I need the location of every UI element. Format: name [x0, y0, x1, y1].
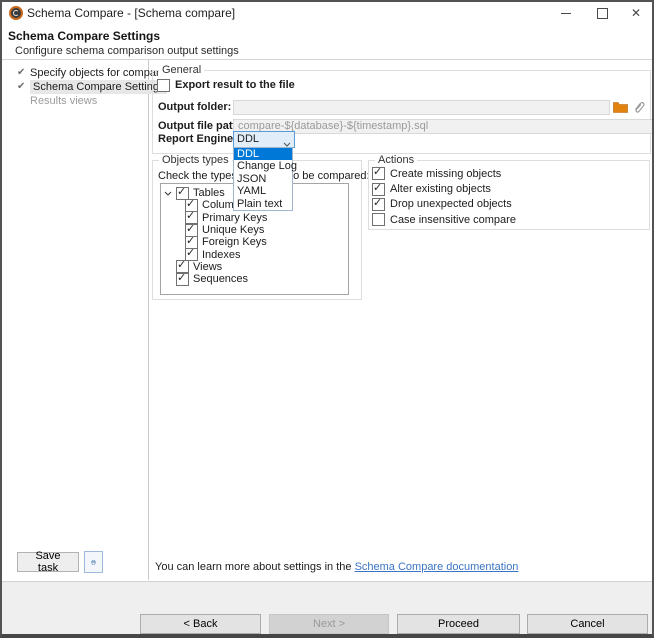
paperclip-icon: [632, 100, 646, 114]
save-task-button[interactable]: Save task: [17, 552, 79, 572]
page-title: Schema Compare Settings: [8, 29, 160, 43]
tree-item-label: Unique Keys: [202, 224, 264, 236]
general-legend: General: [159, 64, 204, 76]
insert-variable-button[interactable]: [631, 99, 647, 115]
documentation-link[interactable]: Schema Compare documentation: [355, 561, 519, 573]
window-title: Schema Compare - [Schema compare]: [27, 0, 235, 26]
action-checkbox-case-insensitive-compare[interactable]: Case insensitive compare: [372, 212, 516, 227]
sidebar-item-results-views[interactable]: Results views: [17, 94, 145, 108]
report-engine-option-plain-text[interactable]: Plain text: [234, 198, 292, 210]
action-checkbox-drop-unexpected-objects[interactable]: Drop unexpected objects: [372, 197, 516, 212]
folder-icon: [613, 101, 628, 113]
action-checkbox-create-missing-objects[interactable]: Create missing objects: [372, 166, 516, 181]
sidebar-item-schema-compare-settings[interactable]: ✔Schema Compare Settings: [17, 80, 145, 94]
proceed-button[interactable]: Proceed: [397, 614, 520, 634]
output-file-pattern-input: compare-${database}-${timestamp}.sql: [233, 119, 653, 134]
report-engine-selected-value: DDL: [237, 133, 259, 145]
report-engine-label: Report Engine:: [158, 133, 237, 145]
actions-list: Create missing objects Alter existing obj…: [372, 166, 516, 228]
action-label: Drop unexpected objects: [390, 198, 512, 210]
action-checkbox-alter-existing-objects[interactable]: Alter existing objects: [372, 181, 516, 196]
wizard-steps-list: ✔Specify objects for comparison✔Schema C…: [17, 66, 145, 108]
checkbox-icon: [372, 167, 385, 180]
tree-item-sequences[interactable]: Sequences: [161, 273, 348, 285]
actions-legend: Actions: [375, 154, 417, 166]
tree-item-indexes[interactable]: Indexes: [161, 248, 348, 260]
sidebar-item-label: Results views: [30, 95, 97, 107]
cancel-button[interactable]: Cancel: [527, 614, 648, 634]
tree-item-views[interactable]: Views: [161, 261, 348, 273]
objects-types-legend: Objects types: [159, 154, 232, 166]
button-bar: < Back Next > Proceed Cancel: [0, 581, 654, 638]
minimize-button[interactable]: [551, 1, 581, 25]
tree-item-label: Views: [193, 261, 222, 273]
checkbox-icon: [157, 79, 170, 92]
title-bar: Schema Compare - [Schema compare] ✕: [0, 0, 654, 26]
step-check-icon: ✔: [17, 66, 30, 80]
export-result-label: Export result to the file: [175, 79, 295, 91]
checkbox-icon: [372, 213, 385, 226]
action-label: Alter existing objects: [390, 183, 491, 195]
close-icon: ✕: [631, 7, 641, 19]
report-engine-listbox: DDLChange LogJSONYAMLPlain text: [233, 147, 293, 211]
page-subtitle: Configure schema comparison output setti…: [15, 45, 239, 57]
header-divider: [0, 59, 654, 60]
sidebar-item-specify-objects-for-comparison[interactable]: ✔Specify objects for comparison: [17, 66, 145, 80]
export-result-checkbox[interactable]: Export result to the file: [157, 78, 295, 92]
chevron-down-icon[interactable]: [164, 191, 173, 196]
minimize-icon: [561, 13, 571, 14]
tree-item-label: Indexes: [202, 249, 241, 261]
maximize-icon: [597, 8, 608, 19]
print-button[interactable]: [84, 551, 103, 573]
report-engine-option-yaml[interactable]: YAML: [234, 185, 292, 197]
output-folder-input: [233, 100, 610, 115]
report-engine-option-ddl[interactable]: DDL: [234, 148, 292, 160]
maximize-button[interactable]: [587, 1, 617, 25]
next-button: Next >: [269, 614, 389, 634]
sidebar-item-label: Schema Compare Settings: [30, 80, 167, 94]
checkbox-icon: [372, 198, 385, 211]
close-button[interactable]: ✕: [621, 1, 651, 25]
checkbox-icon: [185, 248, 198, 261]
learn-more-note: You can learn more about settings in the…: [155, 561, 518, 573]
checkbox-icon: [176, 273, 189, 286]
report-engine-option-json[interactable]: JSON: [234, 173, 292, 185]
tree-item-label: Tables: [193, 187, 225, 199]
tree-item-label: Foreign Keys: [202, 236, 267, 248]
checkbox-icon: [372, 183, 385, 196]
learn-more-text: You can learn more about settings in the: [155, 561, 355, 573]
tree-item-label: Primary Keys: [202, 212, 267, 224]
app-icon: [9, 6, 23, 20]
report-engine-combobox[interactable]: DDL: [233, 131, 295, 148]
action-label: Case insensitive compare: [390, 214, 516, 226]
action-label: Create missing objects: [390, 168, 501, 180]
printer-icon: [91, 556, 96, 569]
back-button[interactable]: < Back: [140, 614, 261, 634]
report-engine-option-change-log[interactable]: Change Log: [234, 160, 292, 172]
step-check-icon: ✔: [17, 80, 30, 94]
tree-item-label: Sequences: [193, 273, 248, 285]
sidebar-divider: [148, 60, 149, 580]
output-folder-label: Output folder:: [158, 101, 231, 113]
browse-folder-button[interactable]: [612, 100, 628, 114]
